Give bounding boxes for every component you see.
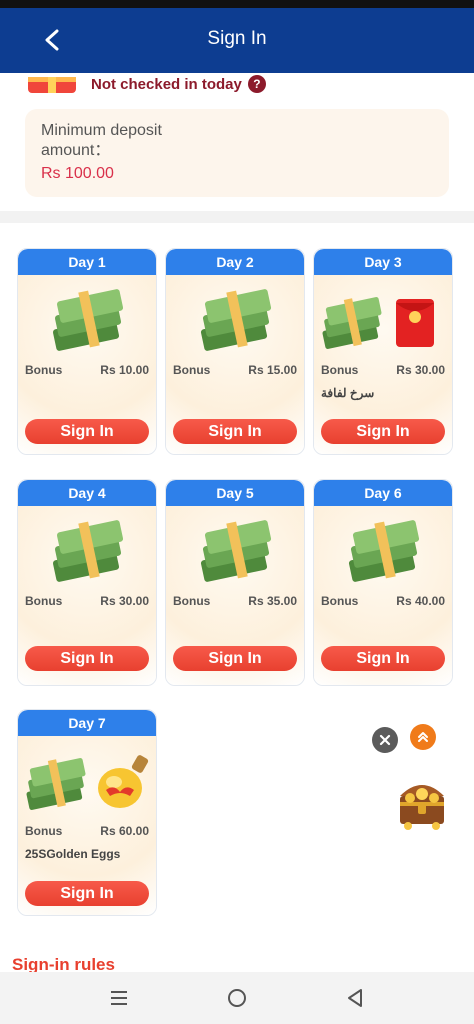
day-label: Day 4 xyxy=(18,480,156,506)
day-card: Day 1 Bonus Rs 10.00 Sign In xyxy=(17,248,157,455)
bonus-amount: Rs 10.00 xyxy=(100,363,149,377)
bonus-label: Bonus xyxy=(25,363,63,377)
day-label: Day 5 xyxy=(166,480,304,506)
sign-in-button[interactable]: Sign In xyxy=(321,419,445,444)
sign-in-button[interactable]: Sign In xyxy=(25,881,149,906)
golden-egg-icon xyxy=(98,755,149,808)
cash-stack-icon xyxy=(200,520,272,582)
day-card: Day 6 Bonus Rs 40.00 Sign In xyxy=(313,479,453,686)
status-bar xyxy=(0,0,474,8)
nav-back-button[interactable] xyxy=(343,986,367,1010)
section-divider xyxy=(0,211,474,223)
bonus-amount: Rs 15.00 xyxy=(248,363,297,377)
day-label: Day 1 xyxy=(18,249,156,275)
cash-stack-icon xyxy=(348,520,420,582)
scroll-top-button[interactable] xyxy=(410,724,436,750)
bonus-row: Bonus Rs 60.00 xyxy=(25,824,149,838)
day-label: Day 2 xyxy=(166,249,304,275)
cash-stack-icon xyxy=(52,520,124,582)
sign-in-button[interactable]: Sign In xyxy=(25,419,149,444)
bonus-row: Bonus Rs 15.00 xyxy=(173,363,297,377)
day-card: Day 3 Bonus Rs 30.00 سرخ لفافة Sign In xyxy=(313,248,453,455)
cash-stack-icon xyxy=(52,289,124,351)
bonus-label: Bonus xyxy=(25,594,63,608)
home-button[interactable] xyxy=(225,986,249,1010)
bonus-label: Bonus xyxy=(25,824,63,838)
bonus-label: Bonus xyxy=(173,594,211,608)
help-icon[interactable]: ? xyxy=(247,75,266,93)
gift-box-icon xyxy=(28,77,76,93)
checkin-status-text: Not checked in today xyxy=(91,75,242,93)
day-card: Day 7 Bonus Rs 60.00 25SGolden Eggs Sign … xyxy=(17,709,157,916)
deposit-amount: Rs 100.00 xyxy=(41,165,114,182)
bonus-amount: Rs 60.00 xyxy=(100,824,149,838)
bonus-row: Bonus Rs 30.00 xyxy=(321,363,445,377)
checkin-status: Not checked in today ? xyxy=(91,75,266,93)
page-title: Sign In xyxy=(207,28,267,49)
day-label: Day 7 xyxy=(18,710,156,736)
checkin-summary: Not checked in today ? Minimum deposit a… xyxy=(0,73,474,211)
treasure-chest-icon[interactable] xyxy=(394,768,450,832)
bonus-row: Bonus Rs 10.00 xyxy=(25,363,149,377)
double-chevron-up-icon xyxy=(418,732,428,742)
deposit-label: Minimum deposit amount： xyxy=(41,122,162,159)
cash-stack-icon xyxy=(200,289,272,351)
sign-in-button[interactable]: Sign In xyxy=(173,419,297,444)
close-float-button[interactable] xyxy=(372,727,398,753)
recent-apps-button[interactable] xyxy=(107,986,131,1010)
day-label: Day 6 xyxy=(314,480,452,506)
app-header: Sign In xyxy=(0,8,474,73)
day-card: Day 5 Bonus Rs 35.00 Sign In xyxy=(165,479,305,686)
sign-in-button[interactable]: Sign In xyxy=(25,646,149,671)
sign-in-button[interactable]: Sign In xyxy=(173,646,297,671)
extra-reward: 25SGolden Eggs xyxy=(25,847,121,861)
cash-stack-icon xyxy=(322,297,382,349)
extra-reward: سرخ لفافة xyxy=(321,386,375,400)
day-card: Day 2 Bonus Rs 15.00 Sign In xyxy=(165,248,305,455)
menu-icon xyxy=(111,991,127,1005)
bonus-amount: Rs 40.00 xyxy=(396,594,445,608)
day-grid: Day 1 Bonus Rs 10.00 Sign In Day 2 Bonus R… xyxy=(0,223,474,973)
bonus-label: Bonus xyxy=(321,363,359,377)
cash-stack-icon xyxy=(26,758,86,810)
system-nav-bar xyxy=(0,972,474,1024)
deposit-info: Minimum deposit amount： Rs 100.00 xyxy=(25,109,449,197)
day-card: Day 4 Bonus Rs 30.00 Sign In xyxy=(17,479,157,686)
circle-icon xyxy=(228,989,246,1007)
day-label: Day 3 xyxy=(314,249,452,275)
bonus-label: Bonus xyxy=(321,594,359,608)
bonus-amount: Rs 30.00 xyxy=(396,363,445,377)
close-icon xyxy=(379,734,391,746)
bonus-row: Bonus Rs 35.00 xyxy=(173,594,297,608)
bonus-amount: Rs 35.00 xyxy=(248,594,297,608)
bonus-row: Bonus Rs 40.00 xyxy=(321,594,445,608)
bonus-amount: Rs 30.00 xyxy=(100,594,149,608)
red-envelope-icon xyxy=(396,299,434,347)
bonus-label: Bonus xyxy=(173,363,211,377)
sign-in-button[interactable]: Sign In xyxy=(321,646,445,671)
bonus-row: Bonus Rs 30.00 xyxy=(25,594,149,608)
triangle-back-icon xyxy=(348,989,362,1007)
